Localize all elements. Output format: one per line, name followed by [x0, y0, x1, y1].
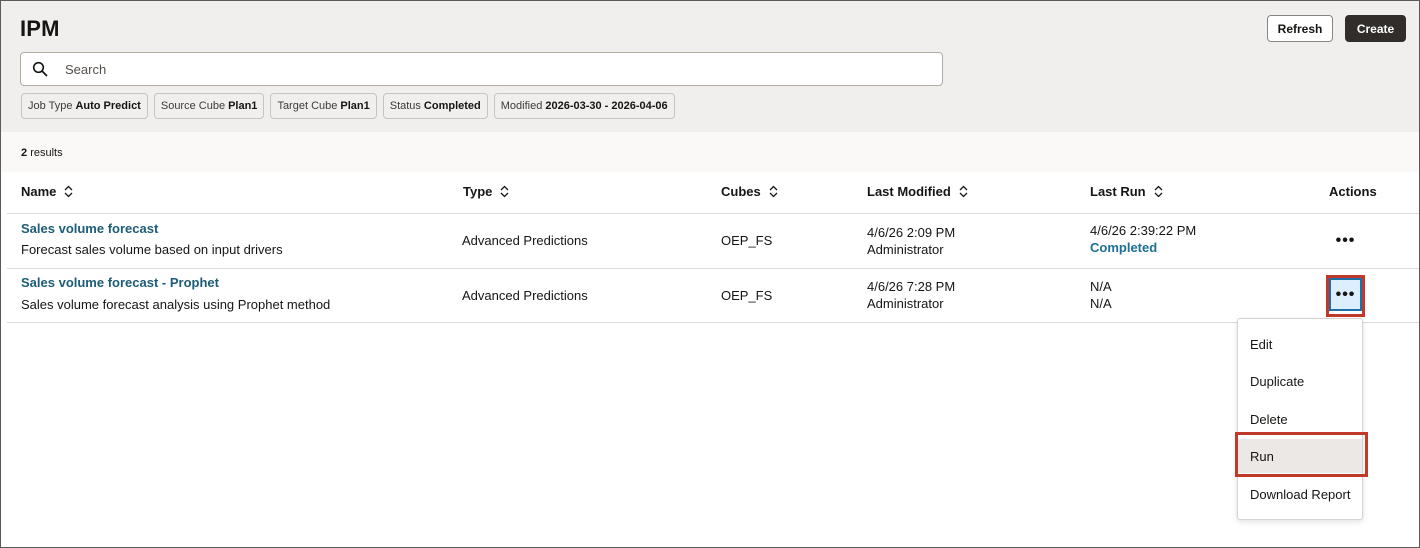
- row-description: Forecast sales volume based on input dri…: [21, 242, 283, 257]
- row-last-run-date: 4/6/26 2:39:22 PM: [1090, 223, 1197, 238]
- filter-chip-key: Target Cube: [277, 100, 338, 112]
- row-type: Advanced Predictions: [462, 288, 588, 303]
- filter-chip-source-cube[interactable]: Source Cube Plan1: [153, 93, 265, 119]
- column-header-last-modified[interactable]: Last Modified: [867, 184, 968, 199]
- row-modified-by: Administrator: [867, 242, 944, 257]
- header-divider: [7, 213, 1419, 214]
- sort-icon: [1154, 185, 1163, 198]
- column-header-label: Type: [463, 184, 493, 199]
- filter-chip-key: Status: [389, 100, 421, 112]
- sort-icon: [769, 185, 778, 198]
- row-last-run-status: N/A: [1090, 296, 1112, 311]
- column-header-label: Last Run: [1090, 184, 1146, 199]
- row-description: Sales volume forecast analysis using Pro…: [21, 297, 331, 312]
- column-header-last-run[interactable]: Last Run: [1090, 184, 1163, 199]
- actions-menu: Edit Duplicate Delete Run Download Repor…: [1237, 318, 1363, 520]
- create-button[interactable]: Create: [1345, 15, 1406, 42]
- row-last-run-status[interactable]: Completed: [1090, 240, 1157, 255]
- menu-item-run[interactable]: Run: [1238, 439, 1362, 473]
- row-modified-by: Administrator: [867, 296, 944, 311]
- row-modified-date: 4/6/26 7:28 PM: [867, 279, 956, 294]
- filter-chip-value: Completed: [423, 100, 481, 112]
- filter-chip-value: Auto Predict: [75, 100, 141, 112]
- column-header-type[interactable]: Type: [463, 184, 509, 199]
- row-cubes: OEP_FS: [721, 233, 773, 248]
- filter-chip-job-type[interactable]: Job Type Auto Predict: [21, 93, 148, 119]
- more-actions-icon[interactable]: •••: [1329, 278, 1362, 311]
- page-header: IPM Refresh Create Job Type Auto Predict…: [1, 1, 1419, 132]
- row-cubes: OEP_FS: [721, 288, 773, 303]
- filter-chip-value: Plan1: [340, 100, 370, 112]
- results-number: 2: [21, 147, 28, 159]
- filter-chip-key: Source Cube: [160, 100, 226, 112]
- results-band: [1, 132, 1419, 172]
- filter-chip-status[interactable]: Status Completed: [382, 93, 488, 119]
- filter-chip-key: Job Type: [28, 100, 73, 112]
- filter-chip-target-cube[interactable]: Target Cube Plan1: [270, 93, 377, 119]
- column-header-label: Last Modified: [867, 184, 951, 199]
- sort-icon: [959, 185, 968, 198]
- search-input[interactable]: [65, 53, 925, 85]
- filter-chip-key: Modified: [500, 100, 543, 112]
- filter-chips: Job Type Auto Predict Source Cube Plan1 …: [21, 93, 675, 119]
- column-header-label: Name: [21, 184, 57, 199]
- row-type: Advanced Predictions: [462, 233, 588, 248]
- column-header-actions: Actions: [1329, 184, 1377, 199]
- column-header-label: Actions: [1329, 184, 1377, 199]
- row-modified-date: 4/6/26 2:09 PM: [867, 225, 956, 240]
- column-header-label: Cubes: [721, 184, 761, 199]
- search-box[interactable]: [20, 52, 943, 86]
- row-last-run-date: N/A: [1090, 279, 1112, 294]
- filter-chip-value: 2026-03-30 - 2026-04-06: [545, 100, 668, 112]
- filter-chip-modified[interactable]: Modified 2026-03-30 - 2026-04-06: [493, 93, 675, 119]
- menu-item-delete[interactable]: Delete: [1238, 402, 1362, 436]
- column-header-cubes[interactable]: Cubes: [721, 184, 778, 199]
- menu-item-edit[interactable]: Edit: [1238, 327, 1362, 361]
- row-name-link[interactable]: Sales volume forecast: [21, 221, 158, 236]
- row-divider: [7, 268, 1419, 269]
- ipm-page: IPM Refresh Create Job Type Auto Predict…: [0, 0, 1420, 548]
- search-icon: [32, 61, 48, 77]
- sort-icon: [64, 185, 73, 198]
- results-count: 2 results: [21, 147, 63, 159]
- sort-icon: [500, 185, 509, 198]
- row-name-link[interactable]: Sales volume forecast - Prophet: [21, 275, 219, 290]
- column-header-name[interactable]: Name: [21, 184, 73, 199]
- menu-item-download-report[interactable]: Download Report: [1238, 477, 1362, 511]
- page-title: IPM: [20, 16, 60, 41]
- results-label: results: [30, 147, 63, 159]
- filter-chip-value: Plan1: [228, 100, 258, 112]
- refresh-button[interactable]: Refresh: [1267, 15, 1333, 42]
- row-divider: [7, 322, 1419, 323]
- menu-item-duplicate[interactable]: Duplicate: [1238, 364, 1362, 398]
- more-actions-icon[interactable]: •••: [1329, 224, 1362, 257]
